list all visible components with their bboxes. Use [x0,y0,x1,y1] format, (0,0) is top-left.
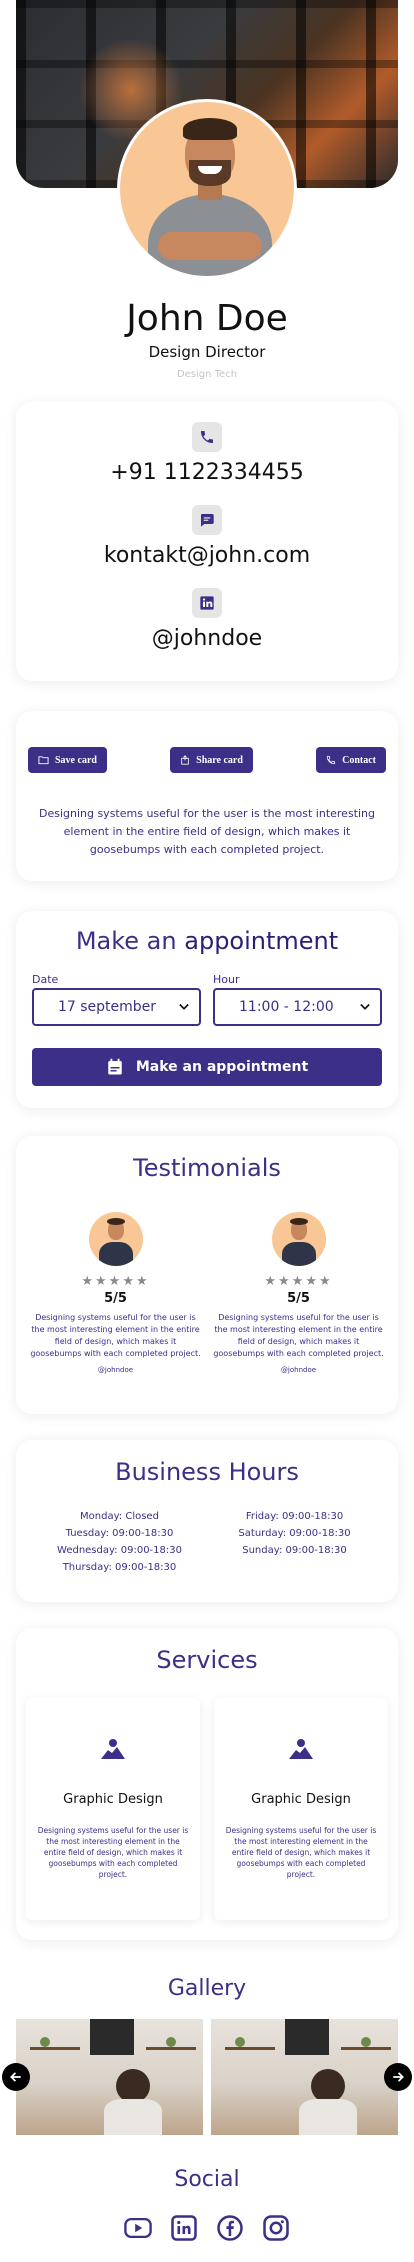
business-hours-card: Business Hours Monday: Closed Tuesday: 0… [16,1440,398,1602]
chevron-down-icon [179,1003,189,1010]
hours-entry: Monday: Closed [80,1511,159,1522]
action-buttons: Save card Share card Contact [28,747,386,773]
service-name: Graphic Design [63,1792,163,1807]
youtube-icon[interactable] [124,2214,152,2242]
hours-column-left: Monday: Closed Tuesday: 09:00-18:30 Wedn… [32,1508,207,1576]
gallery-image[interactable] [16,2019,203,2135]
hours-entry: Saturday: 09:00-18:30 [238,1528,351,1539]
services-list: Graphic Design Designing systems useful … [26,1698,388,1920]
date-label: Date [32,973,59,986]
service-item: Graphic Design Designing systems useful … [26,1698,200,1920]
testimonials-title: Testimonials [133,1154,281,1182]
save-card-button[interactable]: Save card [28,747,107,773]
date-select[interactable]: 17 september [32,988,201,1026]
profile-role: Design Director [148,343,266,361]
message-icon [192,505,222,535]
star-rating-icon: ★★★★★ [264,1274,333,1289]
make-appointment-label: Make an appointment [135,1059,309,1075]
phone-number: +91 1122334455 [110,460,304,485]
gallery-title: Gallery [167,1976,247,2001]
calendar-icon [108,1058,122,1075]
service-name: Graphic Design [251,1792,351,1807]
testimonial-rating: 5/5 [287,1291,310,1306]
service-item: Graphic Design Designing systems useful … [214,1698,388,1920]
testimonial-handle: @johndoe [97,1366,134,1374]
service-text: Designing systems useful for the user is… [225,1826,377,1879]
linkedin-icon[interactable] [170,2214,198,2242]
gallery-next-button[interactable] [384,2063,412,2091]
share-card-button[interactable]: Share card [170,747,253,773]
contact-card: +91 1122334455 kontakt@john.com @johndoe [16,402,398,681]
testimonial-item: ★★★★★ 5/5 Designing systems useful for t… [207,1212,390,1374]
hours-entry: Tuesday: 09:00-18:30 [65,1528,174,1539]
hour-select[interactable]: 11:00 - 12:00 [213,988,382,1026]
testimonials-list: ★★★★★ 5/5 Designing systems useful for t… [24,1212,390,1374]
gallery-carousel [0,2019,414,2137]
contact-linkedin[interactable]: @johndoe [16,588,398,651]
contact-email[interactable]: kontakt@john.com [16,505,398,568]
gallery-image[interactable] [211,2019,398,2135]
landscape-icon [101,1739,125,1759]
testimonial-avatar [88,1212,143,1266]
folder-icon [38,756,49,765]
testimonial-handle: @johndoe [280,1366,317,1374]
instagram-icon[interactable] [262,2214,290,2242]
appointment-fields: Date 17 september Hour 11:00 - 12:00 [32,973,382,1026]
make-appointment-button[interactable]: Make an appointment [32,1048,382,1086]
appointment-title-bold: appointment [184,927,339,955]
share-card-label: Share card [196,754,243,766]
appointment-title: Make an appointment [32,927,382,955]
hours-column-right: Friday: 09:00-18:30 Saturday: 09:00-18:3… [207,1508,382,1576]
profile-hero [0,0,414,280]
services-card: Services Graphic Design Designing system… [16,1628,398,1940]
arrow-left-icon [10,2072,21,2082]
linkedin-handle: @johndoe [151,626,263,651]
social-links [0,2214,414,2262]
contact-label: Contact [342,754,376,766]
actions-card: Save card Share card Contact Designing s… [16,711,398,881]
hour-label: Hour [213,973,240,986]
service-text: Designing systems useful for the user is… [37,1826,189,1879]
save-card-label: Save card [55,754,97,766]
services-title: Services [156,1646,258,1674]
share-icon [181,755,189,765]
testimonial-rating: 5/5 [104,1291,127,1306]
contact-button[interactable]: Contact [316,747,386,773]
appointment-card: Make an appointment Date 17 september Ho… [16,911,398,1108]
date-value: 17 september [58,999,157,1015]
profile-avatar [117,99,297,279]
arrow-right-icon [393,2072,404,2082]
chevron-down-icon [360,1003,370,1010]
hour-value: 11:00 - 12:00 [239,999,334,1015]
testimonial-item: ★★★★★ 5/5 Designing systems useful for t… [24,1212,207,1374]
profile-name: John Doe [126,298,288,339]
linkedin-icon [192,588,222,618]
appointment-title-plain: Make an [75,927,177,955]
profile-identity: John Doe Design Director Design Tech [0,298,414,380]
business-hours-title: Business Hours [115,1458,299,1486]
hours-entry: Thursday: 09:00-18:30 [62,1562,177,1573]
social-title: Social [174,2167,240,2192]
phone-icon [326,755,336,765]
contact-phone[interactable]: +91 1122334455 [16,422,398,485]
hours-entry: Friday: 09:00-18:30 [245,1511,344,1522]
hours-entry: Wednesday: 09:00-18:30 [57,1545,182,1556]
phone-icon [192,422,222,452]
testimonial-text: Designing systems useful for the user is… [30,1313,201,1358]
business-hours-list: Monday: Closed Tuesday: 09:00-18:30 Wedn… [32,1508,382,1576]
landscape-icon [289,1739,313,1759]
email-address: kontakt@john.com [103,543,311,568]
testimonial-avatar [271,1212,326,1266]
testimonial-text: Designing systems useful for the user is… [213,1313,384,1358]
facebook-icon[interactable] [216,2214,244,2242]
about-text: Designing systems useful for the user is… [38,807,376,856]
star-rating-icon: ★★★★★ [81,1274,150,1289]
testimonials-card: Testimonials ★★★★★ 5/5 Designing systems… [16,1136,398,1414]
hours-entry: Sunday: 09:00-18:30 [242,1545,347,1556]
gallery-prev-button[interactable] [2,2063,30,2091]
profile-company: Design Tech [176,369,238,380]
